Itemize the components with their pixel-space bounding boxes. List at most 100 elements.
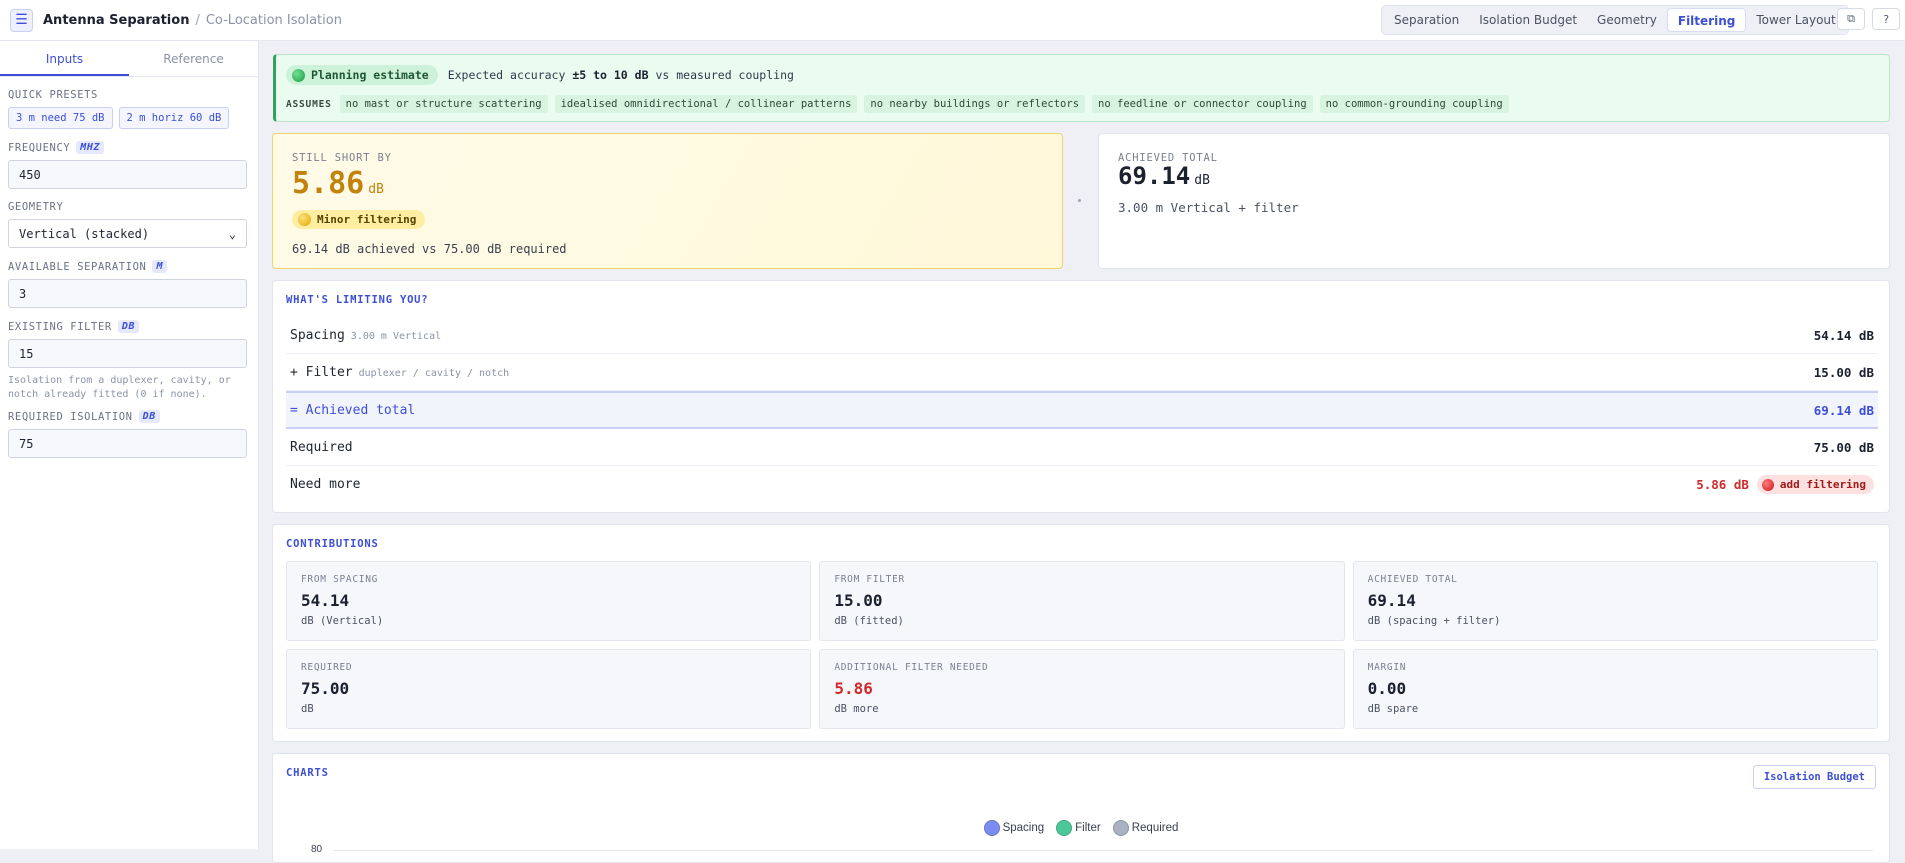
required-unit: DB (138, 410, 160, 423)
separation-unit: M (152, 260, 168, 273)
accuracy-prefix: Expected accuracy (447, 68, 566, 82)
legend-item-spacing[interactable]: Spacing (983, 820, 1045, 836)
geometry-select[interactable]: Vertical (stacked) ⌄ (8, 219, 247, 248)
contribution-cell-achieved: ACHIEVED TOTAL 69.14 dB (spacing + filte… (1352, 561, 1878, 641)
filter-input[interactable]: 15 (8, 339, 247, 368)
top-bar: ☰ Antenna Separation / Co-Location Isola… (0, 0, 1905, 41)
cell-value: 5.86 (834, 679, 873, 698)
legend-item-filter[interactable]: Filter (1056, 820, 1101, 836)
required-label: REQUIRED ISOLATION DB (8, 410, 250, 423)
contribution-cell-margin: MARGIN 0.00 dB spare (1352, 649, 1878, 729)
frequency-label-text: FREQUENCY (8, 141, 71, 154)
cell-unit: dB (301, 703, 314, 715)
contribution-cell-required: REQUIRED 75.00 dB (286, 649, 812, 729)
cell-unit: dB (Vertical) (301, 615, 384, 627)
achieved-total-value: 69.14 dB (1118, 162, 1210, 190)
add-filtering-label: add filtering (1779, 478, 1866, 491)
help-icon[interactable]: ? (1872, 8, 1900, 30)
legend-label: Spacing (1002, 822, 1045, 834)
row-name: + Filter (290, 364, 353, 380)
filter-label-text: EXISTING FILTER (8, 320, 112, 333)
limit-row-filter: + Filter duplexer / cavity / notch 15.00 … (286, 354, 1878, 391)
tab-isolation-budget[interactable]: Isolation Budget (1469, 8, 1587, 32)
limit-row-required: Required 75.00 dB (286, 429, 1878, 466)
assumption-chip: idealised omnidirectional / collinear pa… (554, 95, 858, 113)
planning-badge: Planning estimate (286, 65, 438, 85)
sidebar-tabs: Inputs Reference (0, 41, 258, 77)
filter-label: EXISTING FILTER DB (8, 320, 250, 333)
tab-filtering[interactable]: Filtering (1666, 8, 1747, 32)
contribution-cell-filter: FROM FILTER 15.00 dB (fitted) (819, 561, 1345, 641)
cell-value: 0.00 (1367, 679, 1407, 698)
planning-banner: Planning estimate Expected accuracy ±5 t… (273, 54, 1890, 122)
cell-label: FROM SPACING (301, 574, 379, 585)
achieved-total-number: 69.14 (1118, 162, 1191, 190)
contribution-cell-spacing: FROM SPACING 54.14 dB (Vertical) (286, 561, 812, 641)
geometry-select-value: Vertical (stacked) (19, 226, 150, 241)
frequency-label: FREQUENCY MHZ (8, 141, 250, 154)
legend-item-required[interactable]: Required (1112, 820, 1179, 836)
tab-geometry[interactable]: Geometry (1587, 8, 1667, 32)
copy-icon[interactable]: ⧉ (1837, 8, 1865, 30)
add-filtering-badge: add filtering (1756, 475, 1874, 494)
row-name: Need more (290, 477, 361, 492)
breadcrumb-separator: / (195, 12, 200, 28)
divider-dot (1078, 199, 1081, 202)
accuracy-suffix: vs measured coupling (655, 68, 794, 82)
sidebar-tab-inputs[interactable]: Inputs (0, 41, 129, 76)
y-axis-tick: 80 (311, 844, 323, 855)
y-gridline (333, 850, 1873, 851)
frequency-unit: MHZ (76, 141, 105, 154)
frequency-input[interactable]: 450 (8, 160, 247, 189)
warning-dot-icon (298, 213, 311, 226)
limit-row-spacing: Spacing 3.00 m Vertical 54.14 dB (286, 317, 1878, 354)
chart-legend: Spacing Filter Required (273, 820, 1889, 836)
legend-label: Required (1131, 822, 1179, 834)
limiting-title: WHAT'S LIMITING YOU? (286, 294, 429, 306)
chevron-down-icon: ⌄ (228, 226, 236, 241)
contributions-panel: CONTRIBUTIONS FROM SPACING 54.14 dB (Ver… (272, 524, 1890, 742)
geometry-label: GEOMETRY (8, 201, 64, 213)
row-value: 75.00 dB (1813, 439, 1874, 455)
isolation-budget-button[interactable]: Isolation Budget (1752, 765, 1876, 789)
cell-label: FROM FILTER (834, 574, 905, 585)
main-content: Planning estimate Expected accuracy ±5 t… (259, 41, 1905, 863)
cell-label: ADDITIONAL FILTER NEEDED (834, 662, 989, 673)
still-short-unit: dB (368, 182, 384, 197)
tab-separation[interactable]: Separation (1384, 8, 1469, 32)
cell-value: 69.14 (1367, 591, 1416, 610)
sidebar-tab-reference[interactable]: Reference (129, 41, 258, 76)
assumption-chip: no common-grounding coupling (1319, 95, 1509, 113)
planning-badge-label: Planning estimate (311, 68, 429, 82)
quick-presets-label: QUICK PRESETS (8, 89, 98, 101)
preset-button[interactable]: 2 m horiz 60 dB (118, 107, 230, 129)
limiting-panel: WHAT'S LIMITING YOU? Spacing 3.00 m Verti… (272, 280, 1890, 513)
row-name: = Achieved total (290, 402, 416, 418)
cell-unit: dB (spacing + filter) (1367, 615, 1501, 627)
legend-swatch (1112, 820, 1129, 836)
menu-icon[interactable]: ☰ (10, 8, 33, 32)
assumption-chip: no feedline or connector coupling (1092, 95, 1313, 113)
still-short-label: STILL SHORT BY (292, 152, 392, 164)
breadcrumb-subtitle: Co-Location Isolation (205, 12, 342, 28)
still-short-value: 5.86 dB (292, 166, 384, 201)
legend-swatch (983, 820, 1000, 836)
mode-tabs: Separation Isolation Budget Geometry Fil… (1381, 5, 1849, 35)
required-input[interactable]: 75 (8, 429, 247, 458)
cell-value: 75.00 (301, 679, 350, 698)
still-short-number: 5.86 (292, 166, 365, 201)
separation-input[interactable]: 3 (8, 279, 247, 308)
row-value: 69.14 dB (1813, 402, 1874, 418)
cell-unit: dB spare (1367, 703, 1419, 715)
still-short-summary: 69.14 dB achieved vs 75.00 dB required (292, 242, 567, 256)
assumes-label: ASSUMES (286, 98, 332, 110)
cell-label: REQUIRED (301, 662, 353, 673)
assumption-chip: no nearby buildings or reflectors (864, 95, 1086, 113)
charts-title: CHARTS (286, 767, 329, 779)
legend-label: Filter (1075, 822, 1101, 834)
preset-button[interactable]: 3 m need 75 dB (8, 107, 113, 129)
cell-label: MARGIN (1367, 662, 1407, 673)
row-name: Required (290, 439, 353, 455)
tab-tower-layout[interactable]: Tower Layout (1746, 8, 1845, 32)
row-value: 54.14 dB (1813, 327, 1874, 343)
